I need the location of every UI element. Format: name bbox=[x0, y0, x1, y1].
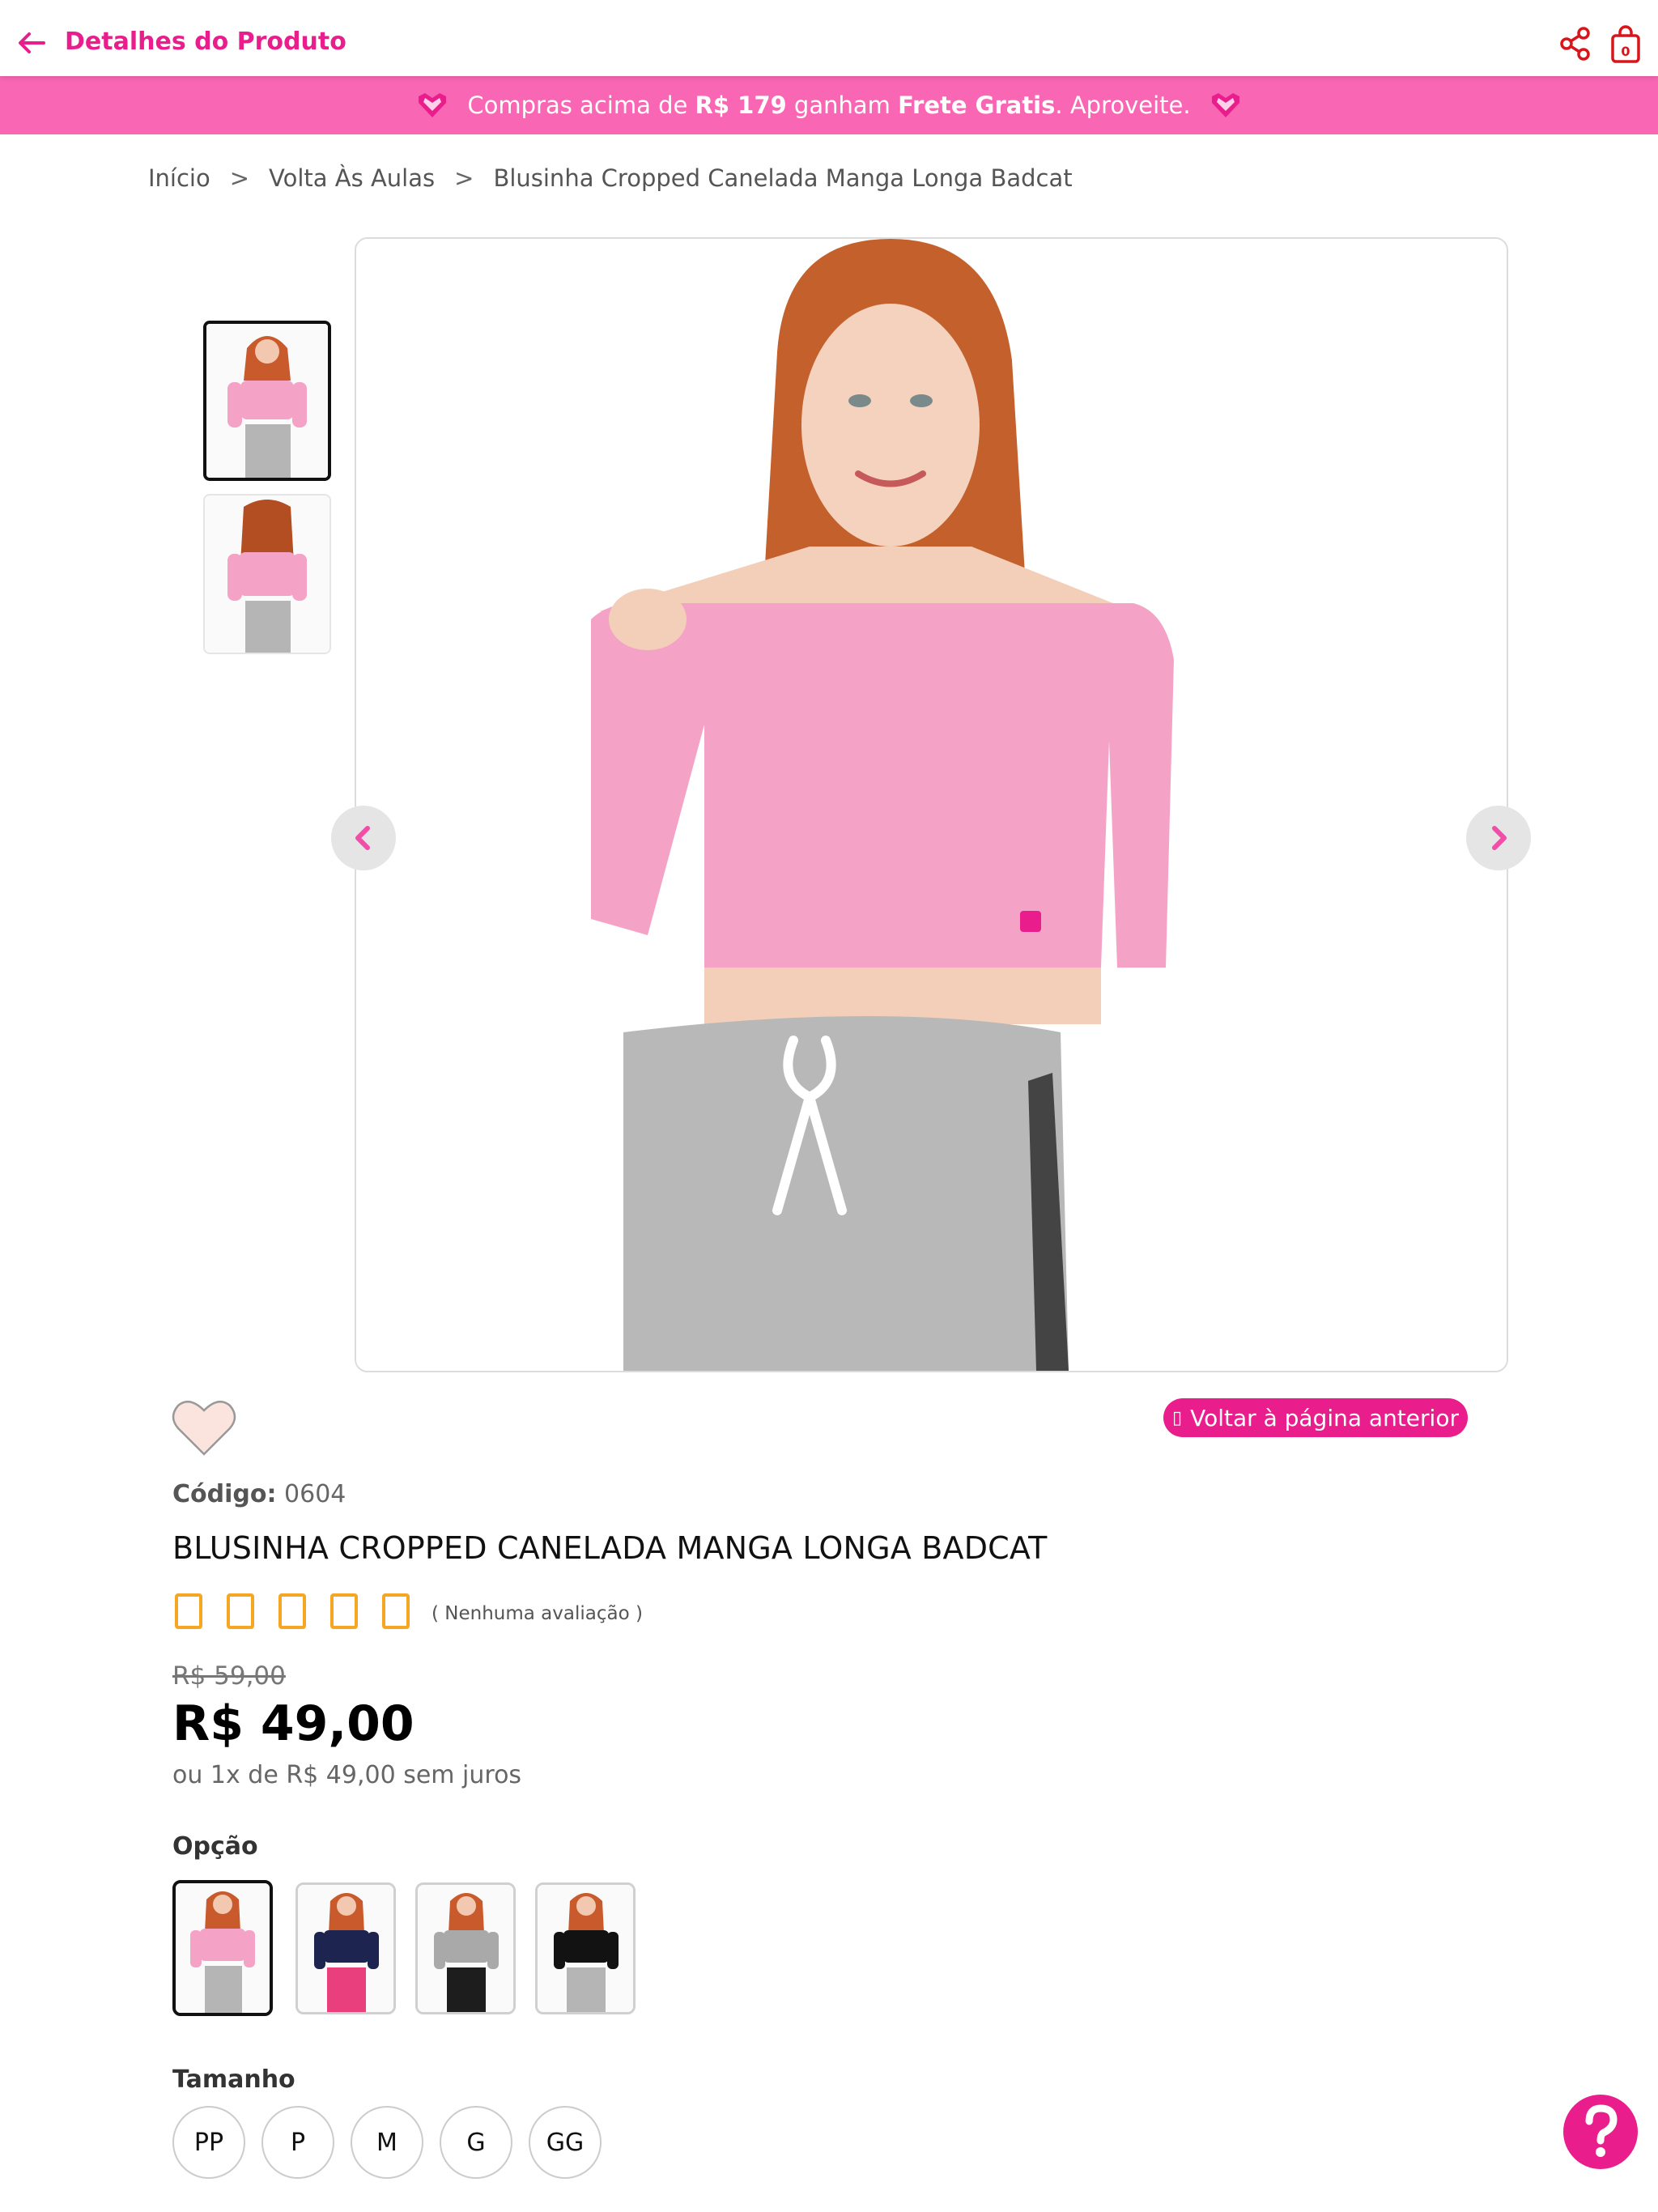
star-outline-icon bbox=[175, 1593, 202, 1629]
option-pink[interactable] bbox=[172, 1880, 273, 2016]
gallery-thumbnail-front[interactable] bbox=[203, 321, 331, 481]
app-header: Detalhes do Produto 0 bbox=[0, 0, 1658, 76]
size-button-p[interactable]: P bbox=[261, 2106, 334, 2179]
breadcrumb-category[interactable]: Volta Às Aulas bbox=[269, 164, 435, 192]
promo-middle: ganham bbox=[793, 91, 891, 119]
breadcrumb-home[interactable]: Início bbox=[148, 164, 210, 192]
product-main-image bbox=[355, 237, 1508, 1372]
gallery-thumbnail-back[interactable] bbox=[203, 494, 331, 654]
star-outline-icon bbox=[227, 1593, 254, 1629]
promo-amount: R$ 179 bbox=[695, 91, 787, 119]
back-to-previous-page-label: Voltar à página anterior bbox=[1190, 1404, 1459, 1431]
svg-text:0: 0 bbox=[1621, 44, 1630, 59]
back-arrow-icon[interactable] bbox=[13, 24, 50, 62]
gallery-prev-button[interactable] bbox=[331, 806, 396, 870]
promo-highlight: Frete Gratis bbox=[898, 91, 1056, 119]
installments-info: ou 1x de R$ 49,00 sem juros bbox=[172, 1761, 522, 1789]
help-button[interactable] bbox=[1563, 2095, 1638, 2169]
back-to-previous-page-button[interactable]: ▯ Voltar à página anterior bbox=[1163, 1398, 1468, 1437]
star-outline-icon bbox=[330, 1593, 358, 1629]
rating-stars[interactable] bbox=[172, 1592, 414, 1631]
promo-suffix: . Aproveite. bbox=[1055, 91, 1191, 119]
option-gray[interactable] bbox=[415, 1882, 516, 2014]
size-button-gg[interactable]: GG bbox=[529, 2106, 602, 2179]
product-title: BLUSINHA CROPPED CANELADA MANGA LONGA BA… bbox=[172, 1530, 1048, 1566]
breadcrumb: Início > Volta Às Aulas > Blusinha Cropp… bbox=[148, 164, 1073, 192]
chevron-right-icon bbox=[1492, 826, 1507, 850]
current-price: R$ 49,00 bbox=[172, 1695, 414, 1752]
promo-prefix: Compras acima de bbox=[467, 91, 688, 119]
size-label: Tamanho bbox=[172, 2065, 295, 2094]
heart-gem-icon bbox=[419, 93, 447, 117]
star-outline-icon bbox=[278, 1593, 306, 1629]
size-button-m[interactable]: M bbox=[351, 2106, 423, 2179]
gallery-next-button[interactable] bbox=[1466, 806, 1531, 870]
product-code: Código: 0604 bbox=[172, 1480, 346, 1508]
product-code-label: Código: bbox=[172, 1480, 277, 1508]
promo-banner: Compras acima de R$ 179 ganham Frete Gra… bbox=[0, 76, 1658, 134]
breadcrumb-separator: > bbox=[454, 164, 474, 192]
size-button-g[interactable]: G bbox=[440, 2106, 512, 2179]
star-outline-icon bbox=[382, 1593, 410, 1629]
rating-count[interactable]: ( Nenhuma avaliação ) bbox=[432, 1603, 643, 1624]
size-button-pp[interactable]: PP bbox=[172, 2106, 245, 2179]
share-icon[interactable] bbox=[1558, 26, 1593, 62]
heart-gem-icon bbox=[1211, 93, 1239, 117]
breadcrumb-separator: > bbox=[229, 164, 250, 192]
chevron-left-icon bbox=[355, 826, 370, 850]
shopping-bag-icon[interactable]: 0 bbox=[1608, 24, 1643, 65]
option-navy[interactable] bbox=[295, 1882, 396, 2014]
favorite-heart-icon[interactable] bbox=[172, 1397, 236, 1457]
breadcrumb-current: Blusinha Cropped Canelada Manga Longa Ba… bbox=[493, 164, 1073, 192]
back-glyph-icon: ▯ bbox=[1172, 1407, 1183, 1428]
option-black[interactable] bbox=[535, 1882, 636, 2014]
question-mark-icon bbox=[1585, 2104, 1618, 2157]
product-code-value: 0604 bbox=[284, 1480, 346, 1508]
promo-text: Compras acima de R$ 179 ganham Frete Gra… bbox=[467, 91, 1190, 119]
old-price: R$ 59,00 bbox=[172, 1661, 286, 1691]
option-label: Opção bbox=[172, 1832, 258, 1861]
page-title: Detalhes do Produto bbox=[65, 28, 346, 56]
